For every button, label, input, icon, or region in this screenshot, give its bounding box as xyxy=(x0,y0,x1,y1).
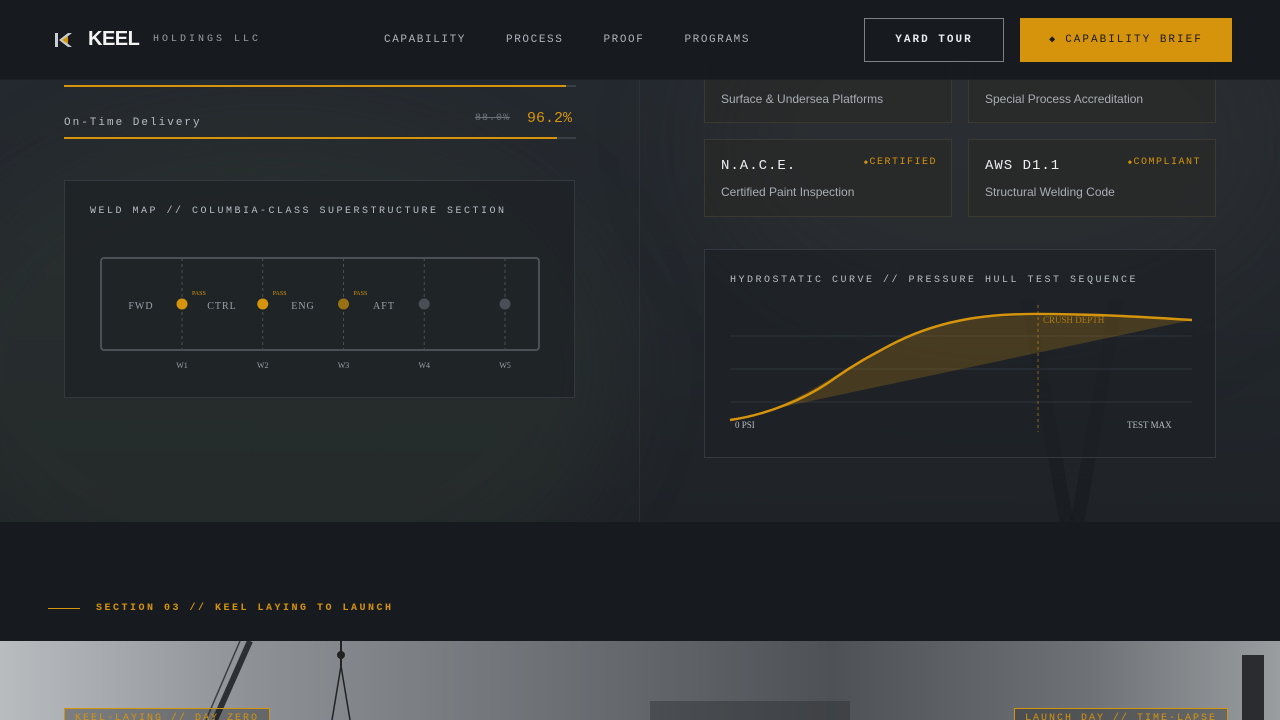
cert-code: N.A.C.E. xyxy=(721,158,797,174)
brand-logo[interactable]: KEEL xyxy=(54,28,140,51)
nav-programs[interactable]: PROGRAMS xyxy=(684,34,750,46)
main-nav: CAPABILITY PROCESS PROOF PROGRAMS xyxy=(384,34,790,46)
brand-name: KEEL xyxy=(88,28,140,50)
cert-code: AWS D1.1 xyxy=(985,158,1061,174)
capability-brief-label: CAPABILITY BRIEF xyxy=(1065,34,1203,46)
weld-status-label: PASS xyxy=(354,291,368,297)
weld-status-label: PASS xyxy=(273,291,287,297)
metric-progress-bar xyxy=(64,85,576,87)
x-axis-start-label: 0 PSI xyxy=(735,420,755,430)
x-axis-end-label: TEST MAX xyxy=(1127,420,1172,430)
cert-description: Certified Paint Inspection xyxy=(721,185,855,199)
nav-process[interactable]: PROCESS xyxy=(506,34,563,46)
weld-id-label: W2 xyxy=(257,361,269,370)
column-divider xyxy=(639,80,640,522)
section-accent-line xyxy=(48,608,80,609)
hull-section-label: CTRL xyxy=(207,301,237,312)
diamond-icon: ◆ xyxy=(1049,35,1058,46)
pressure-envelope-area xyxy=(730,316,1192,420)
yard-tour-button[interactable]: YARD TOUR xyxy=(864,18,1004,62)
metric-progress-fill xyxy=(64,85,566,87)
hydrostatic-curve-chart: CRUSH DEPTH 0 PSI TEST MAX xyxy=(729,305,1193,432)
weld-id-label: W5 xyxy=(499,361,511,370)
brand-subtitle: HOLDINGS LLC xyxy=(153,34,262,45)
nav-capability[interactable]: CAPABILITY xyxy=(384,34,466,46)
hull-section-label: FWD xyxy=(128,301,153,312)
weld-status-label: PASS xyxy=(192,291,206,297)
weld-id-label: W1 xyxy=(176,361,188,370)
hull-section-label: ENG xyxy=(291,301,315,312)
cert-status-badge: ◆COMPLIANT xyxy=(1127,157,1201,168)
section-label: SECTION 03 // KEEL LAYING TO LAUNCH xyxy=(96,603,394,614)
shipyard-photo-strip: KEEL-LAYING // DAY ZERO LAUNCH DAY // TI… xyxy=(0,641,1280,720)
weld-point-w2[interactable] xyxy=(257,298,269,310)
weld-point-w5[interactable] xyxy=(499,298,511,310)
hull-section-outline xyxy=(100,257,540,351)
weld-id-label: W3 xyxy=(338,361,350,370)
hull-section-label: AFT xyxy=(373,301,395,312)
cert-card-aws[interactable]: AWS D1.1 ◆COMPLIANT Structural Welding C… xyxy=(968,139,1216,217)
ontime-previous-value: 88.0% xyxy=(475,113,511,124)
cert-description: Special Process Accreditation xyxy=(985,92,1144,106)
cert-description: Structural Welding Code xyxy=(985,185,1115,199)
weld-map-panel: WELD MAP // COLUMBIA-CLASS SUPERSTRUCTUR… xyxy=(64,180,575,398)
capability-brief-button[interactable]: ◆ CAPABILITY BRIEF xyxy=(1020,18,1232,62)
weld-point-w3[interactable] xyxy=(338,298,349,310)
crush-depth-label: CRUSH DEPTH xyxy=(1043,315,1105,325)
cert-description: Surface & Undersea Platforms xyxy=(721,92,884,106)
hydrostatic-curve-panel: HYDROSTATIC CURVE // PRESSURE HULL TEST … xyxy=(704,249,1216,458)
nav-proof[interactable]: PROOF xyxy=(603,34,644,46)
photo-tag-launch-day: LAUNCH DAY // TIME-LAPSE xyxy=(1014,708,1229,720)
weld-map-diagram: FWD CTRL ENG AFT PASS W1 PASS W2 PASS W3 W4 W5 xyxy=(100,257,540,370)
weld-id-label: W4 xyxy=(418,361,430,370)
keel-logo-icon xyxy=(55,32,72,47)
cert-card-nace[interactable]: N.A.C.E. ◆CERTIFIED Certified Paint Insp… xyxy=(704,139,952,217)
cert-status-badge: ◆CERTIFIED xyxy=(863,157,937,168)
weld-point-w4[interactable] xyxy=(418,298,430,310)
site-header: KEEL HOLDINGS LLC CAPABILITY PROCESS PRO… xyxy=(0,0,1280,80)
ontime-current-value: 96.2% xyxy=(527,110,573,127)
weld-point-w1[interactable] xyxy=(176,298,188,310)
ontime-progress-fill xyxy=(64,137,557,139)
ontime-delivery-label: On-Time Delivery xyxy=(64,117,202,129)
ontime-progress-bar xyxy=(64,137,576,139)
photo-tag-keel-laying: KEEL-LAYING // DAY ZERO xyxy=(64,708,271,720)
